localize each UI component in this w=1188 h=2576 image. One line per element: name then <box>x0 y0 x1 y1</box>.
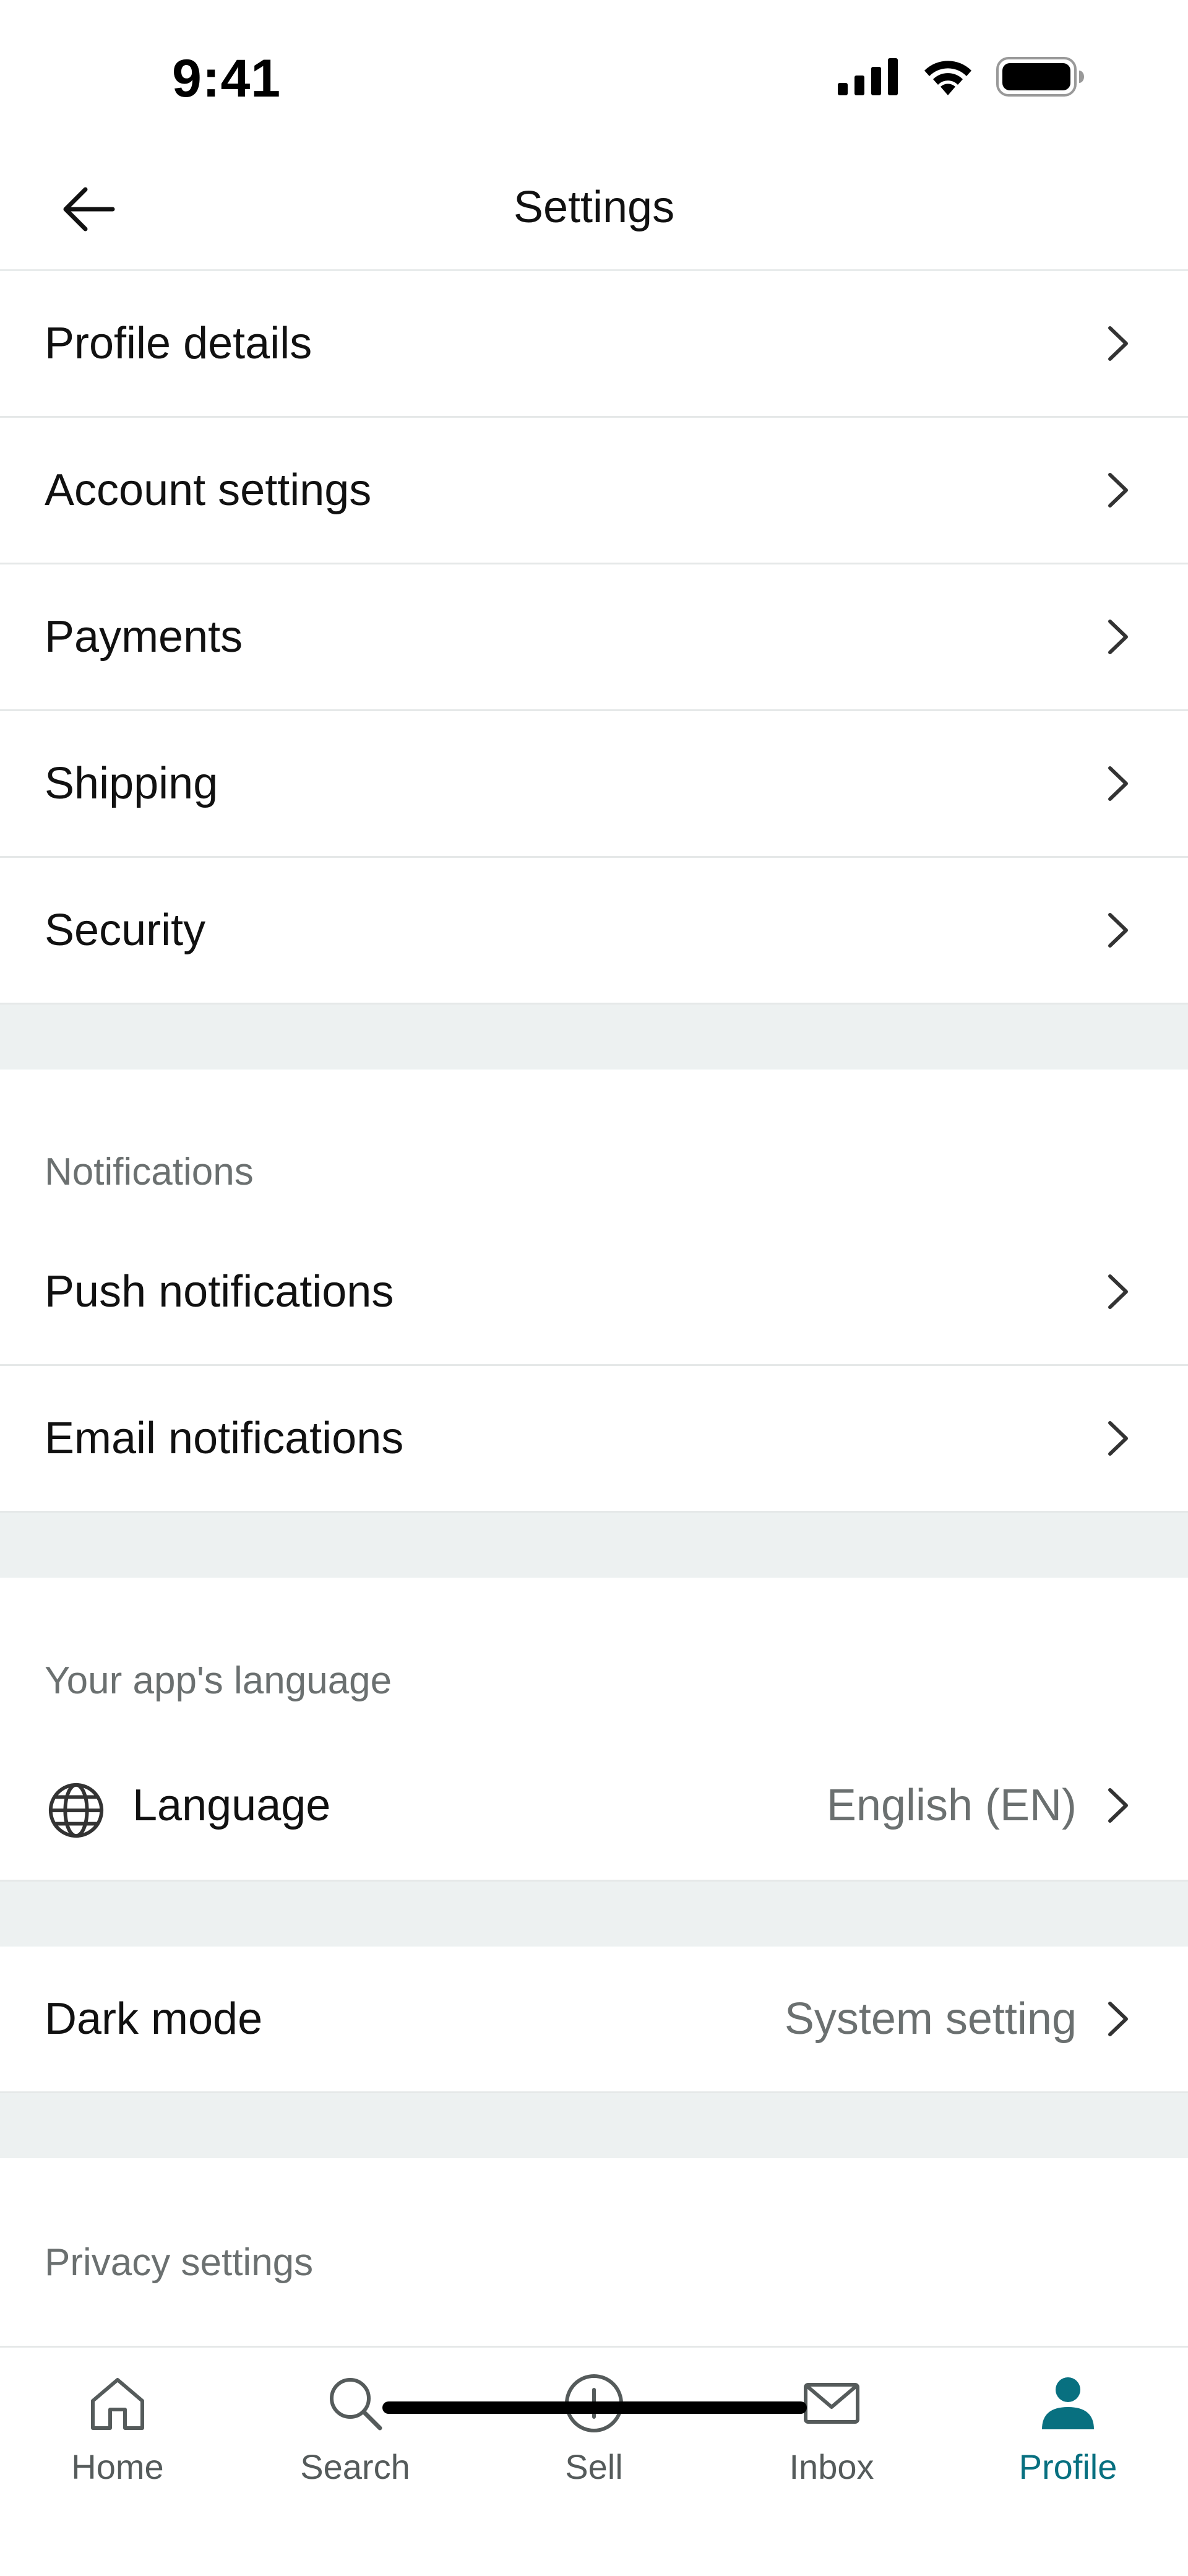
cellular-signal-icon <box>838 58 898 95</box>
tab-sell[interactable]: Sell <box>501 2360 687 2502</box>
section-heading-privacy: Privacy settings <box>45 2241 314 2284</box>
settings-item-label: Security <box>45 905 206 955</box>
settings-item-email-notifications[interactable]: Email notifications <box>0 1366 1188 1513</box>
chevron-right-icon <box>1108 913 1128 948</box>
status-time: 9:41 <box>172 49 282 108</box>
settings-item-label: Account settings <box>45 465 372 515</box>
settings-item-push-notifications[interactable]: Push notifications <box>0 1219 1188 1366</box>
tab-label: Profile <box>1018 2447 1117 2486</box>
settings-item-language[interactable]: Language English (EN) <box>0 1733 1188 1882</box>
tab-search[interactable]: Search <box>262 2360 448 2502</box>
chevron-right-icon <box>1108 2002 1128 2036</box>
wifi-icon <box>924 61 971 95</box>
mail-icon <box>804 2383 859 2424</box>
settings-item-label: Shipping <box>45 759 218 808</box>
home-indicator <box>382 2401 807 2414</box>
status-icons <box>838 57 1084 97</box>
status-bar: 9:41 <box>0 0 1188 149</box>
section-divider <box>0 2093 1188 2158</box>
settings-item-label: Email notifications <box>45 1414 404 1463</box>
settings-item-payments[interactable]: Payments <box>0 564 1188 711</box>
chevron-right-icon <box>1108 1421 1128 1456</box>
tab-label: Sell <box>565 2447 623 2486</box>
tab-profile[interactable]: Profile <box>975 2360 1161 2502</box>
chevron-right-icon <box>1108 766 1128 801</box>
section-heading-language: Your app's language <box>45 1659 392 1702</box>
battery-icon <box>996 57 1084 97</box>
person-icon <box>1042 2377 1094 2429</box>
chevron-right-icon <box>1108 620 1128 654</box>
chevron-right-icon <box>1108 326 1128 361</box>
settings-item-label: Dark mode <box>45 1994 263 2044</box>
settings-item-profile-details[interactable]: Profile details <box>0 271 1188 418</box>
bottom-tab-bar: Home Search Sell Inbox Profile <box>0 2346 1188 2576</box>
page-title: Settings <box>513 183 675 232</box>
language-value: English (EN) <box>826 1781 1077 1830</box>
tab-label: Home <box>71 2447 164 2486</box>
tab-label: Inbox <box>789 2447 874 2486</box>
search-icon <box>330 2378 382 2431</box>
section-divider <box>0 1005 1188 1070</box>
settings-item-shipping[interactable]: Shipping <box>0 711 1188 858</box>
settings-item-label: Language <box>132 1781 331 1830</box>
settings-item-security[interactable]: Security <box>0 858 1188 1005</box>
chevron-right-icon <box>1108 473 1128 508</box>
tab-home[interactable]: Home <box>25 2360 210 2502</box>
settings-item-label: Profile details <box>45 319 312 368</box>
section-heading-notifications: Notifications <box>45 1151 254 1193</box>
settings-item-label: Push notifications <box>45 1267 394 1316</box>
chevron-right-icon <box>1108 1788 1128 1823</box>
section-divider <box>0 1513 1188 1578</box>
dark-mode-value: System setting <box>784 1994 1077 2044</box>
tab-label: Search <box>300 2447 410 2486</box>
settings-item-label: Payments <box>45 612 243 662</box>
globe-icon <box>48 1783 104 1838</box>
chevron-right-icon <box>1108 1274 1128 1309</box>
settings-item-account-settings[interactable]: Account settings <box>0 418 1188 564</box>
navigation-header: Settings <box>0 149 1188 271</box>
section-divider <box>0 1882 1188 1947</box>
home-icon <box>91 2378 144 2430</box>
tab-inbox[interactable]: Inbox <box>739 2360 924 2502</box>
settings-item-dark-mode[interactable]: Dark mode System setting <box>0 1947 1188 2093</box>
